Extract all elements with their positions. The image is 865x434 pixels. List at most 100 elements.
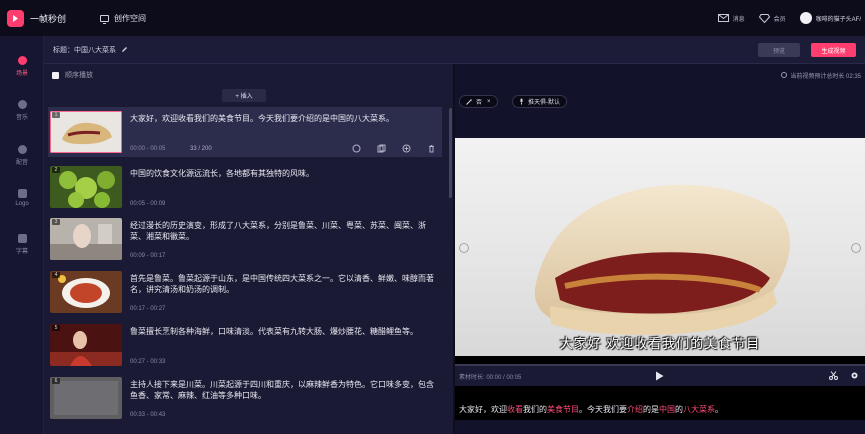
scene-row[interactable]: 4 首先是鲁菜。鲁菜起源于山东，是中国传统四大菜系之一。它以清香、鲜嫩、味醇而著… [48, 267, 442, 317]
top-bar: 一帧秒创 创作空间 消息 会员 咖啡的猫子头AF/ [0, 0, 865, 36]
list-scrollbar[interactable] [449, 108, 452, 198]
sidebar-item-voice[interactable]: 配音 [0, 145, 44, 166]
logo-icon [17, 189, 27, 198]
generate-video-button[interactable]: 生成视频 [811, 43, 856, 57]
member-button[interactable]: 会员 [758, 13, 786, 23]
app-logo-text[interactable]: 一帧秒创 [30, 12, 66, 25]
scene-row[interactable]: 2 中国的饮食文化源远流长，各地都有其独特的风味。 00:05 - 00:09 [48, 162, 442, 212]
scene-number: 1 [52, 112, 60, 118]
sidebar-item-label: Logo [15, 201, 29, 207]
top-right-menu: 消息 会员 咖啡的猫子头AF/ [704, 12, 861, 24]
caption-segment: 。 [715, 405, 723, 414]
scene-text[interactable]: 经过漫长的历史演变，形成了八大菜系，分别是鲁菜、川菜、粤菜、苏菜、闽菜、浙菜、湘… [130, 220, 440, 242]
wand-icon [466, 98, 472, 105]
scene-row[interactable]: 5 鲁菜擅长烹制各种海鲜，口味清淡。代表菜有九转大肠、爆炒腰花、糖醋鲤鱼等。 0… [48, 320, 442, 370]
prev-scene-arrow-icon[interactable] [459, 243, 469, 253]
mail-icon [717, 14, 729, 22]
video-frame [455, 138, 865, 356]
scene-effect-label: 否 [476, 100, 483, 106]
preview-button[interactable]: 预览 [758, 43, 800, 57]
player-tools [817, 371, 859, 382]
scene-row[interactable]: 1 大家好，欢迎收看我们的美食节目。今天我们要介绍的是中国的八大菜系。 00:0… [48, 107, 442, 157]
diamond-icon [758, 13, 770, 23]
material-time: 素材时长: 00:00 / 00:05 [459, 375, 522, 381]
caption-text[interactable]: 大家好，欢迎收看我们的美食节目。今天我们要介绍的是中国的八大菜系。 [459, 404, 723, 415]
scene-thumbnail[interactable]: 4 [50, 271, 122, 313]
progress-bar[interactable] [455, 364, 865, 366]
monitor-icon [100, 14, 110, 24]
sidebar-item-label: 字幕 [15, 249, 28, 255]
scene-thumbnail[interactable]: 6 [50, 377, 122, 419]
scissors-icon[interactable] [829, 371, 838, 382]
gear-icon[interactable] [850, 371, 859, 382]
page-title: 标题：中国八大菜系 [53, 46, 116, 54]
music-icon [17, 100, 27, 109]
sidebar-item-label: 场景 [15, 71, 28, 77]
scene-text[interactable]: 大家好，欢迎收看我们的美食节目。今天我们要介绍的是中国的八大菜系。 [130, 113, 440, 124]
username[interactable]: 咖啡的猫子头AF/ [816, 14, 861, 23]
microphone-icon [520, 98, 523, 105]
scene-time: 00:05 - 00:09 [130, 201, 166, 207]
total-duration: 当前视频预计总时长 02:35 [455, 64, 865, 86]
video-subtitle: 大家好 欢迎收看我们的美食节目 [559, 336, 761, 351]
scene-thumbnail[interactable]: 1 [50, 111, 122, 153]
sidebar-item-scene[interactable]: 场景 [0, 56, 44, 77]
app-logo-icon[interactable] [7, 9, 24, 27]
scene-text[interactable]: 主持人接下来是川菜。川菜起源于四川和重庆，以麻辣鲜香为特色。它口味多变，包含鱼香… [130, 379, 440, 401]
voice-chip[interactable]: 推天俱-默认 [512, 95, 567, 108]
next-scene-arrow-icon[interactable] [851, 243, 861, 253]
caption-keyword[interactable]: 介绍 [627, 405, 643, 414]
title-bar: 标题：中国八大菜系 预览 生成视频 [44, 36, 865, 64]
scene-time: 00:00 - 00:05 [130, 146, 166, 152]
scene-effect-chip[interactable]: 否 × [459, 95, 498, 108]
caption-segment: 的是 [643, 405, 659, 414]
voice-label: 推天俱-默认 [528, 100, 560, 106]
play-icon[interactable] [655, 371, 664, 381]
edit-icon[interactable] [121, 46, 128, 53]
left-sidebar: 场景 音乐 配音 Logo 字幕 [0, 36, 44, 434]
delete-icon[interactable] [427, 144, 436, 153]
sidebar-item-logo[interactable]: Logo [0, 189, 44, 207]
workspace-label: 创作空间 [114, 13, 147, 23]
replace-icon[interactable] [352, 144, 361, 153]
caption-segment: 。今天我们要 [579, 405, 627, 414]
caption-segment: 的 [675, 405, 683, 414]
caption-keyword[interactable]: 收看 [507, 405, 523, 414]
scene-row[interactable]: 3 经过漫长的历史演变，形成了八大菜系，分别是鲁菜、川菜、粤菜、苏菜、闽菜、浙菜… [48, 214, 442, 264]
messages-label: 消息 [732, 16, 745, 23]
voice-icon [17, 145, 27, 154]
caption-keyword[interactable]: 中国 [659, 405, 675, 414]
add-icon[interactable] [402, 144, 411, 153]
copy-icon[interactable] [377, 144, 386, 153]
sidebar-item-subtitle[interactable]: 字幕 [0, 234, 44, 255]
scene-thumbnail[interactable]: 2 [50, 166, 122, 208]
scene-number: 2 [52, 167, 60, 173]
scene-time: 00:17 - 00:27 [130, 306, 166, 312]
scene-text[interactable]: 鲁菜擅长烹制各种海鲜，口味清淡。代表菜有九转大肠、爆炒腰花、糖醋鲤鱼等。 [130, 326, 440, 337]
total-duration-label: 当前视频预计总时长 02:35 [790, 73, 861, 80]
caption-keyword[interactable]: 美食节目 [547, 405, 579, 414]
caption-segment: 大家好，欢迎 [459, 405, 507, 414]
close-icon[interactable]: × [487, 99, 491, 105]
scene-thumbnail[interactable]: 3 [50, 218, 122, 260]
workspace-link[interactable]: 创作空间 [100, 13, 146, 24]
scene-text[interactable]: 首先是鲁菜。鲁菜起源于山东，是中国传统四大菜系之一。它以清香、鲜嫩、味醇而著名，… [130, 273, 440, 295]
scene-icon [17, 56, 27, 65]
sequential-play-toggle[interactable]: 顺序播放 [52, 70, 93, 80]
clock-icon [781, 72, 788, 78]
scene-text[interactable]: 中国的饮食文化源远流长，各地都有其独特的风味。 [130, 168, 440, 179]
scene-list-panel: 顺序播放 + 插入 1 大家好，欢迎收看我们的美食节目。今天我们要介绍的是中国的… [44, 64, 453, 434]
scene-number: 6 [52, 378, 60, 384]
insert-scene-button[interactable]: + 插入 [222, 89, 266, 102]
messages-button[interactable]: 消息 [717, 14, 745, 23]
sequential-play-label: 顺序播放 [65, 72, 93, 79]
scene-row[interactable]: 6 主持人接下来是川菜。川菜起源于四川和重庆，以麻辣鲜香为特色。它口味多变，包含… [48, 373, 442, 423]
scene-thumbnail[interactable]: 5 [50, 324, 122, 366]
caption-segment: 我们的 [523, 405, 547, 414]
sidebar-item-music[interactable]: 音乐 [0, 100, 44, 121]
avatar[interactable] [799, 12, 812, 24]
sequential-play-checkbox[interactable] [52, 71, 59, 79]
sidebar-item-label: 音乐 [15, 115, 28, 121]
sidebar-item-label: 配音 [15, 160, 28, 166]
caption-keyword[interactable]: 八大菜系 [683, 405, 715, 414]
